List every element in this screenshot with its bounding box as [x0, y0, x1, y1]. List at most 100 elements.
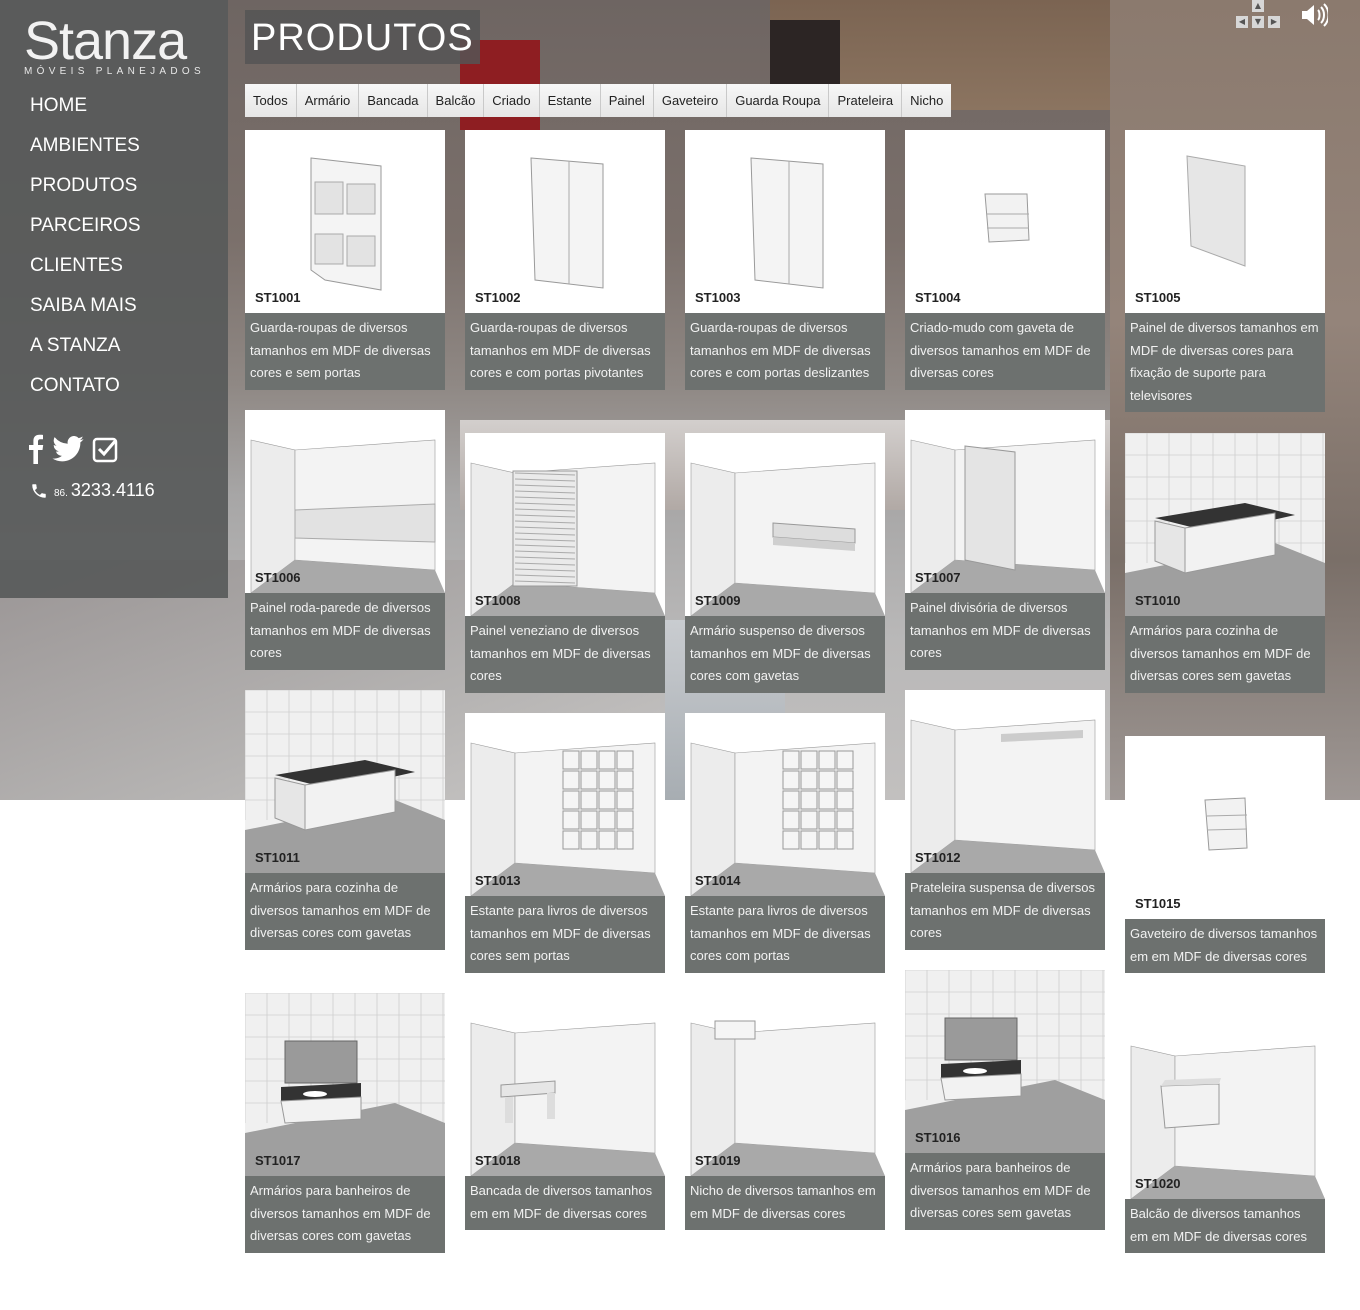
- filter-tab-criado[interactable]: Criado: [484, 84, 540, 117]
- product-card-st1020[interactable]: ST1020 Balcão de diversos tamanhos em em …: [1125, 1016, 1325, 1253]
- filter-tab-bancada[interactable]: Bancada: [359, 84, 428, 117]
- nav-item-parceiros[interactable]: PARCEIROS: [30, 206, 141, 246]
- product-card-st1007[interactable]: ST1007 Painel divisória de diversos taman…: [905, 410, 1105, 670]
- filter-tabs: Todos Armário Bancada Balcão Criado Esta…: [245, 84, 952, 117]
- product-image[interactable]: ST1012: [905, 690, 1105, 873]
- product-code: ST1007: [915, 570, 961, 585]
- brand-logo[interactable]: Stanza MÓVEIS PLANEJADOS: [24, 12, 214, 87]
- nav-item-ambientes[interactable]: AMBIENTES: [30, 126, 141, 166]
- product-card-st1005[interactable]: ST1005 Painel de diversos tamanhos em MDF…: [1125, 130, 1325, 412]
- product-image[interactable]: ST1007: [905, 410, 1105, 593]
- product-code: ST1009: [695, 593, 741, 608]
- product-description: Guarda-roupas de diversos tamanhos em MD…: [685, 313, 885, 390]
- nav-item-a-stanza[interactable]: A STANZA: [30, 326, 141, 366]
- product-card-st1004[interactable]: ST1004 Criado-mudo com gaveta de diversos…: [905, 130, 1105, 390]
- nav-item-saiba-mais[interactable]: SAIBA MAIS: [30, 286, 141, 326]
- nav-item-home[interactable]: HOME: [30, 86, 141, 126]
- product-image[interactable]: ST1003: [685, 130, 885, 313]
- phone-contact[interactable]: 86. 3233.4116: [30, 480, 155, 501]
- product-card-st1001[interactable]: ST1001 Guarda-roupas de diversos tamanhos…: [245, 130, 445, 390]
- product-image[interactable]: ST1019: [685, 993, 885, 1176]
- product-card-st1002[interactable]: ST1002 Guarda-roupas de diversos tamanhos…: [465, 130, 665, 390]
- product-card-st1013[interactable]: ST1013 Estante para livros de diversos ta…: [465, 713, 665, 973]
- product-card-st1017[interactable]: ST1017 Armários para banheiros de diverso…: [245, 993, 445, 1253]
- product-image[interactable]: ST1009: [685, 433, 885, 616]
- product-description: Bancada de diversos tamanhos em em MDF d…: [465, 1176, 665, 1230]
- product-code: ST1010: [1135, 593, 1181, 608]
- product-image[interactable]: ST1010: [1125, 433, 1325, 616]
- nav-item-produtos[interactable]: PRODUTOS: [30, 166, 141, 206]
- product-code: ST1012: [915, 850, 961, 865]
- brand-tagline: MÓVEIS PLANEJADOS: [24, 66, 205, 77]
- filter-tab-armario[interactable]: Armário: [296, 84, 360, 117]
- product-card-st1014[interactable]: ST1014 Estante para livros de diversos ta…: [685, 713, 885, 973]
- arrow-left-icon[interactable]: ◀: [1236, 16, 1248, 28]
- product-description: Painel veneziano de diversos tamanhos em…: [465, 616, 665, 693]
- filter-tab-painel[interactable]: Painel: [600, 84, 654, 117]
- product-code: ST1002: [475, 290, 521, 305]
- arrow-down-icon[interactable]: ▼: [1252, 16, 1264, 28]
- product-card-st1009[interactable]: ST1009 Armário suspenso de diversos taman…: [685, 433, 885, 693]
- product-code: ST1018: [475, 1153, 521, 1168]
- product-card-st1003[interactable]: ST1003 Guarda-roupas de diversos tamanhos…: [685, 130, 885, 390]
- nav-item-contato[interactable]: CONTATO: [30, 366, 141, 406]
- product-description: Criado-mudo com gaveta de diversos taman…: [905, 313, 1105, 390]
- product-description: Armário suspenso de diversos tamanhos em…: [685, 616, 885, 693]
- filter-tab-todos[interactable]: Todos: [245, 84, 297, 117]
- product-code: ST1008: [475, 593, 521, 608]
- product-description: Estante para livros de diversos tamanhos…: [465, 896, 665, 973]
- product-card-st1012[interactable]: ST1012 Prateleira suspensa de diversos ta…: [905, 690, 1105, 950]
- product-code: ST1001: [255, 290, 301, 305]
- product-card-st1010[interactable]: ST1010 Armários para cozinha de diversos …: [1125, 433, 1325, 693]
- filter-tab-nicho[interactable]: Nicho: [902, 84, 952, 117]
- product-code: ST1004: [915, 290, 961, 305]
- product-image[interactable]: ST1005: [1125, 130, 1325, 313]
- product-image[interactable]: ST1006: [245, 410, 445, 593]
- product-image[interactable]: ST1015: [1125, 736, 1325, 919]
- phone-area-code: 86.: [54, 488, 68, 499]
- product-code: ST1016: [915, 1130, 961, 1145]
- product-card-st1016[interactable]: ST1016 Armários para banheiros de diverso…: [905, 970, 1105, 1230]
- social-links: [28, 434, 120, 464]
- product-code: ST1003: [695, 290, 741, 305]
- filter-tab-guarda-roupa[interactable]: Guarda Roupa: [727, 84, 830, 117]
- product-card-st1011[interactable]: ST1011 Armários para cozinha de diversos …: [245, 690, 445, 950]
- product-description: Painel de diversos tamanhos em MDF de di…: [1125, 313, 1325, 412]
- product-code: ST1006: [255, 570, 301, 585]
- product-image[interactable]: ST1002: [465, 130, 665, 313]
- product-image[interactable]: ST1016: [905, 970, 1105, 1153]
- product-description: Painel roda-parede de diversos tamanhos …: [245, 593, 445, 670]
- arrow-right-icon[interactable]: ▶: [1268, 16, 1280, 28]
- product-image[interactable]: ST1017: [245, 993, 445, 1176]
- product-card-st1015[interactable]: ST1015 Gaveteiro de diversos tamanhos em …: [1125, 736, 1325, 973]
- product-image[interactable]: ST1018: [465, 993, 665, 1176]
- product-card-st1018[interactable]: ST1018 Bancada de diversos tamanhos em em…: [465, 993, 665, 1230]
- product-image[interactable]: ST1011: [245, 690, 445, 873]
- filter-tab-estante[interactable]: Estante: [539, 84, 601, 117]
- nav-item-clientes[interactable]: CLIENTES: [30, 246, 141, 286]
- speaker-icon[interactable]: [1300, 2, 1328, 28]
- product-code: ST1014: [695, 873, 741, 888]
- product-image[interactable]: ST1020: [1125, 1016, 1325, 1199]
- product-card-st1006[interactable]: ST1006 Painel roda-parede de diversos tam…: [245, 410, 445, 670]
- twitter-icon[interactable]: [52, 436, 84, 462]
- check-icon[interactable]: [92, 435, 120, 463]
- product-card-st1019[interactable]: ST1019 Nicho de diversos tamanhos em em M…: [685, 993, 885, 1230]
- slideshow-controls: ▲ ◀ ▼ ▶: [1236, 0, 1280, 32]
- product-image[interactable]: ST1001: [245, 130, 445, 313]
- product-description: Armários para banheiros de diversos tama…: [905, 1153, 1105, 1230]
- product-image[interactable]: ST1004: [905, 130, 1105, 313]
- product-description: Guarda-roupas de diversos tamanhos em MD…: [245, 313, 445, 390]
- product-image[interactable]: ST1014: [685, 713, 885, 896]
- filter-tab-gaveteiro[interactable]: Gaveteiro: [653, 84, 728, 117]
- product-image[interactable]: ST1013: [465, 713, 665, 896]
- product-description: Armários para cozinha de diversos tamanh…: [245, 873, 445, 950]
- arrow-up-icon[interactable]: ▲: [1252, 0, 1264, 12]
- product-card-st1008[interactable]: ST1008 Painel veneziano de diversos taman…: [465, 433, 665, 693]
- phone-number: 3233.4116: [70, 480, 155, 500]
- facebook-icon[interactable]: [28, 434, 44, 464]
- product-image[interactable]: ST1008: [465, 433, 665, 616]
- filter-tab-prateleira[interactable]: Prateleira: [829, 84, 903, 117]
- filter-tab-balcao[interactable]: Balcão: [427, 84, 485, 117]
- product-code: ST1017: [255, 1153, 301, 1168]
